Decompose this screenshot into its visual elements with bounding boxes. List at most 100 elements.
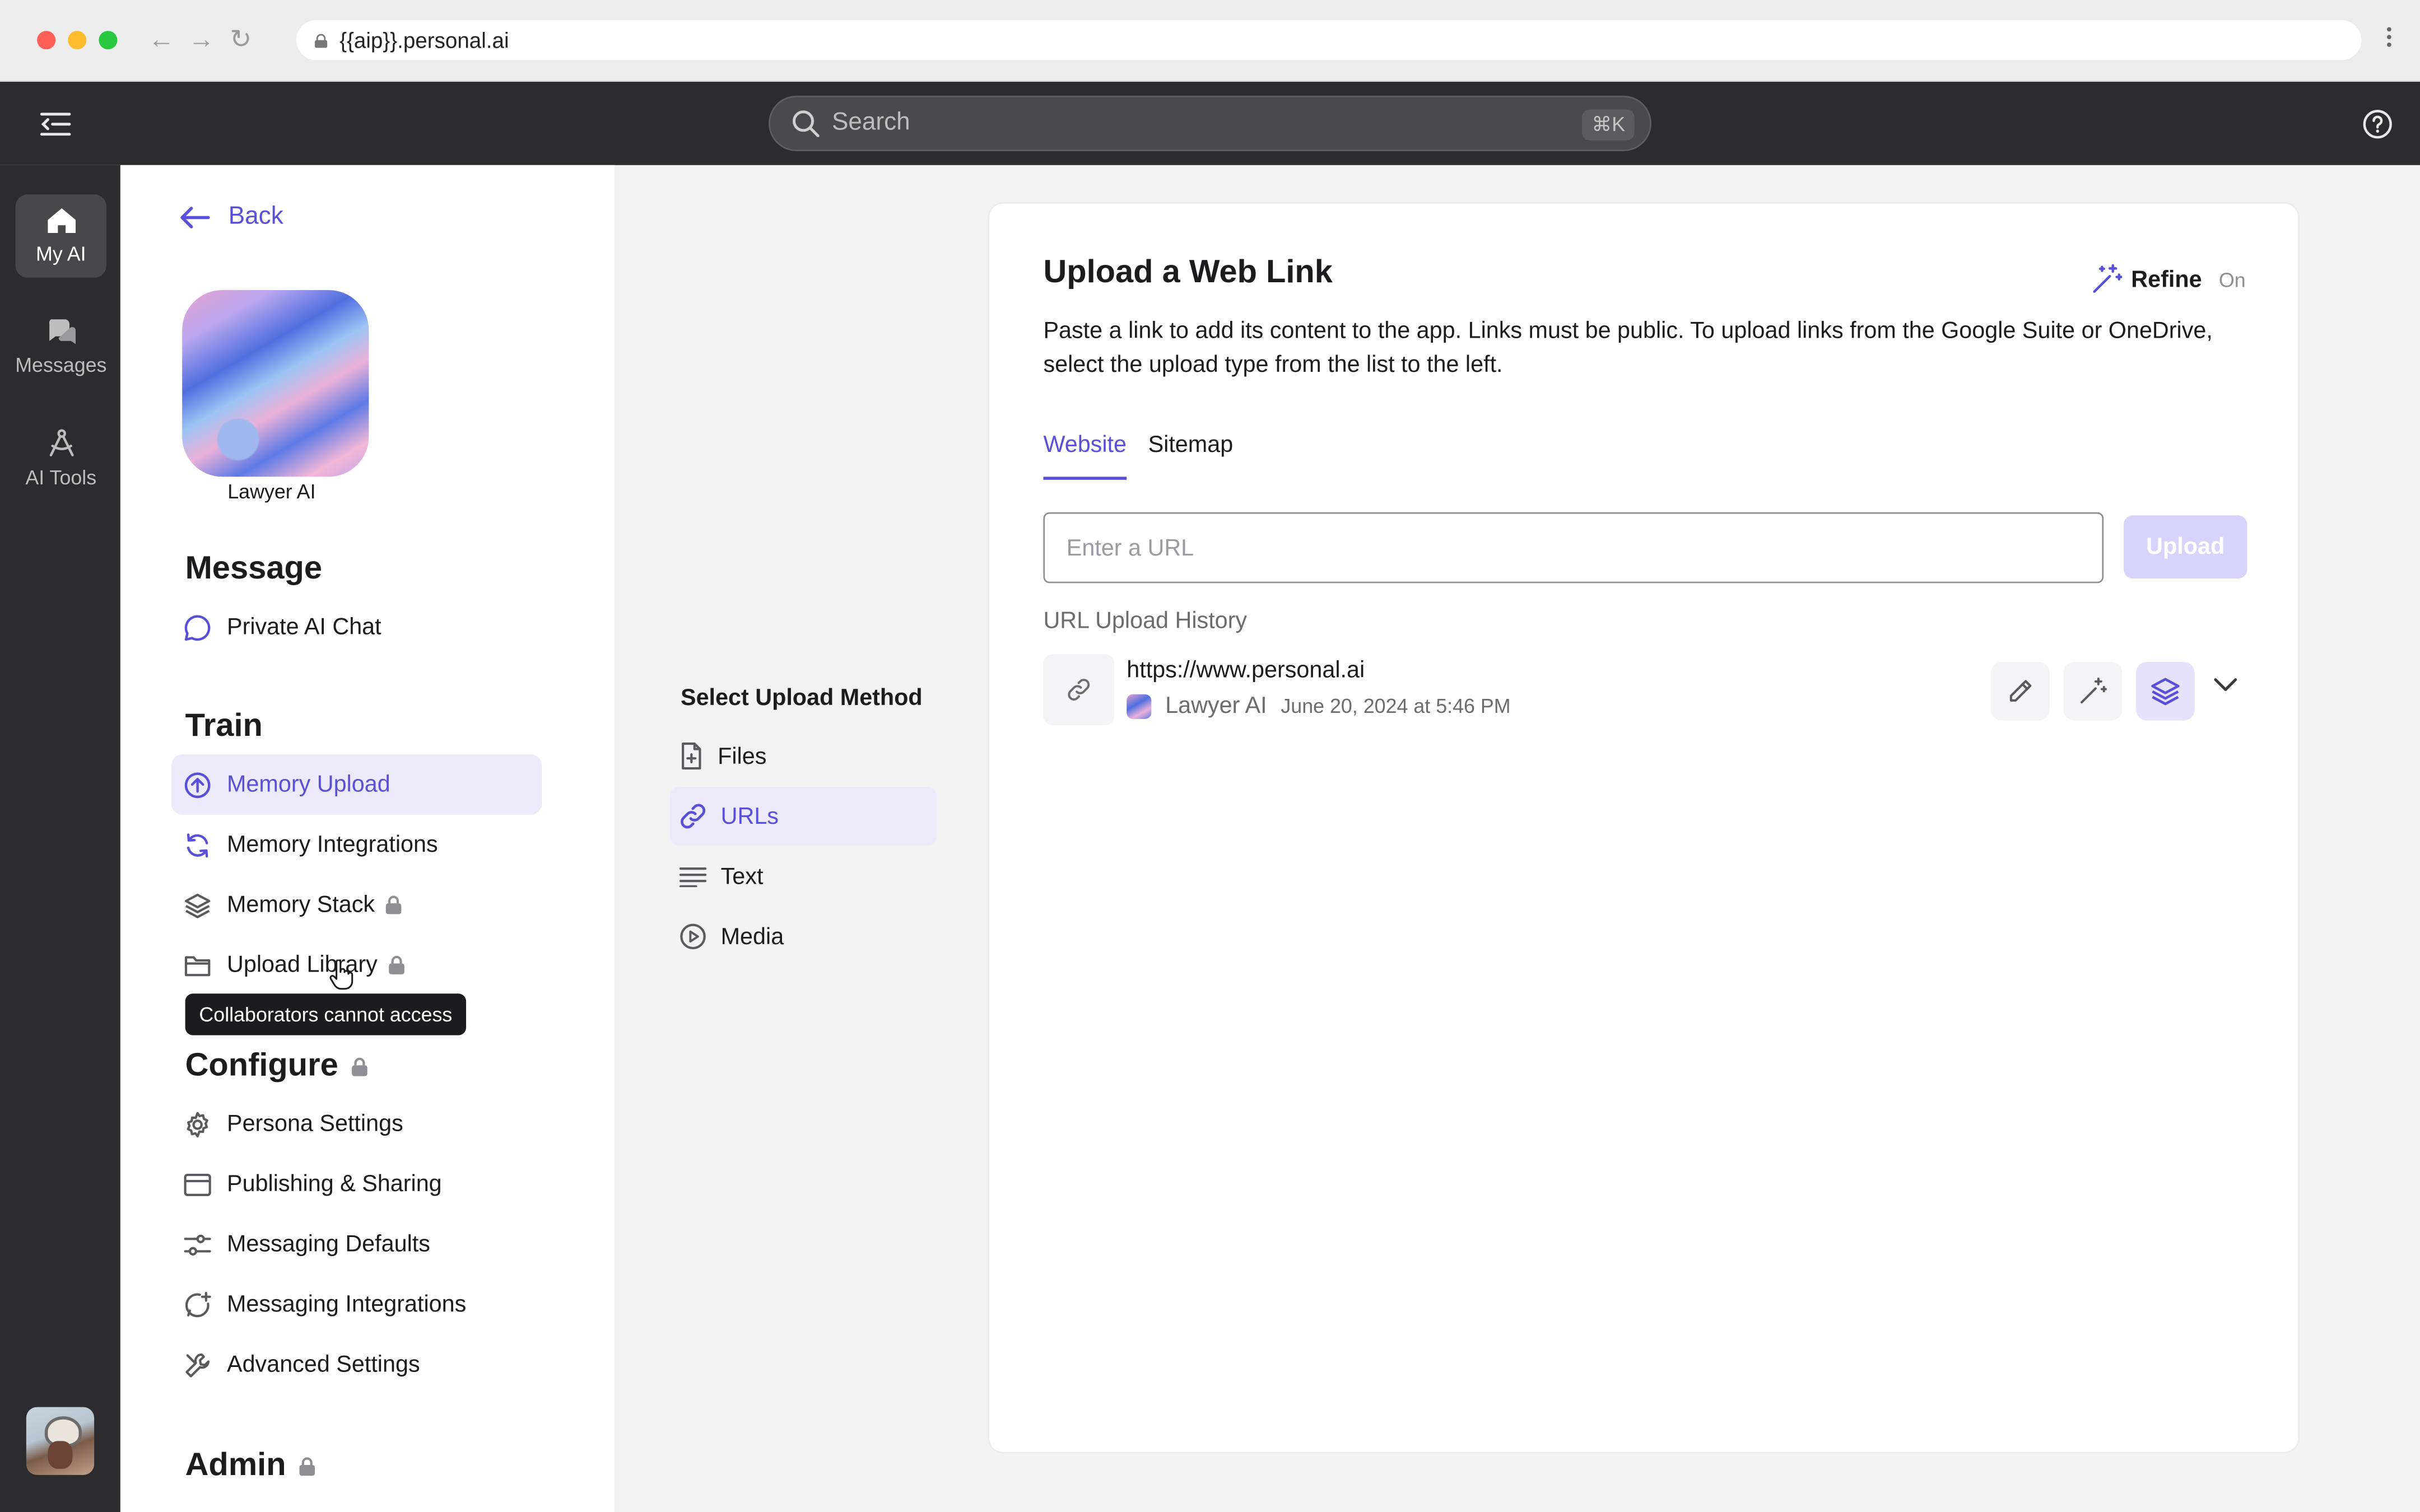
nav-advanced-settings[interactable]: Advanced Settings (171, 1334, 542, 1394)
wrench-icon (185, 1352, 210, 1377)
back-arrow-icon[interactable]: ← (148, 25, 174, 55)
address-bar[interactable]: {{aip}}.personal.ai (296, 20, 2362, 60)
home-icon (47, 208, 75, 234)
browser-nav: ← → ↻ (148, 25, 253, 55)
link-icon (681, 804, 706, 829)
lock-icon (315, 33, 328, 48)
history-owner: Lawyer AI (1165, 693, 1267, 719)
close-window-button[interactable] (37, 31, 56, 50)
collaborators-tooltip: Collaborators cannot access (185, 993, 467, 1035)
layers-icon (2151, 678, 2180, 706)
url-input[interactable] (1043, 512, 2104, 584)
minimize-window-button[interactable] (68, 31, 87, 50)
lock-icon (300, 1457, 315, 1475)
magic-wand-icon (2092, 264, 2122, 293)
file-plus-icon (682, 742, 701, 770)
nav-messaging-defaults[interactable]: Messaging Defaults (171, 1214, 542, 1274)
back-arrow-icon (180, 207, 210, 228)
user-avatar[interactable] (26, 1407, 95, 1475)
upload-button[interactable]: Upload (2124, 515, 2247, 579)
pencil-icon (2009, 680, 2032, 702)
chevron-down-icon[interactable] (2213, 677, 2238, 693)
settings-panel: Back Lawyer AI Message Private AI Chat T… (120, 165, 615, 1512)
nav-memory-upload[interactable]: Memory Upload (171, 754, 542, 815)
sync-icon (187, 832, 208, 857)
link-icon (1068, 679, 1090, 701)
section-admin: Admin (185, 1447, 317, 1484)
folder-icon (184, 955, 211, 976)
upload-web-link-card: Upload a Web Link Refine On Paste a link… (988, 202, 2300, 1454)
sliders-icon (184, 1234, 211, 1255)
rail-item-ai-tools[interactable]: AI Tools (16, 417, 107, 500)
history-url[interactable]: https://www.personal.ai (1127, 657, 1365, 684)
tab-website[interactable]: Website (1043, 432, 1127, 480)
chat-plus-icon (185, 1291, 211, 1317)
maximize-window-button[interactable] (99, 31, 118, 50)
refine-state: On (2218, 268, 2246, 291)
methods-title: Select Upload Method (680, 685, 923, 712)
nav-memory-integrations[interactable]: Memory Integrations (171, 815, 542, 875)
nav-publishing-sharing[interactable]: Publishing & Sharing (171, 1154, 542, 1214)
chat-bubble-icon (184, 614, 211, 640)
method-text[interactable]: Text (670, 847, 937, 906)
nav-messaging-integrations[interactable]: Messaging Integrations (171, 1275, 542, 1334)
method-label: Media (720, 923, 784, 950)
back-link[interactable]: Back (179, 204, 283, 232)
search-shortcut-badge: ⌘K (1582, 109, 1635, 141)
history-date: June 20, 2024 at 5:46 PM (1281, 694, 1511, 718)
nav-private-ai-chat[interactable]: Private AI Chat (171, 597, 542, 657)
owner-avatar (1127, 693, 1152, 718)
section-message: Message (185, 550, 323, 586)
lock-icon (352, 1057, 368, 1076)
nav-label: Private AI Chat (226, 614, 381, 641)
app-rail: My AI Messages AI Tools (0, 165, 120, 1512)
section-configure: Configure (185, 1048, 369, 1085)
gear-icon (187, 1111, 208, 1137)
nav-label: Memory Integrations (226, 831, 438, 858)
address-url: {{aip}}.personal.ai (339, 27, 509, 53)
method-files[interactable]: Files (670, 727, 937, 786)
ai-name: Lawyer AI (227, 479, 316, 503)
upload-circle-icon (184, 772, 211, 797)
nav-label: Messaging Integrations (226, 1291, 467, 1318)
hand-cursor-icon (329, 959, 353, 990)
method-urls[interactable]: URLs (669, 787, 937, 846)
help-icon[interactable] (2363, 110, 2392, 139)
reload-icon[interactable]: ↻ (229, 25, 253, 55)
card-description: Paste a link to add its content to the a… (1043, 318, 2213, 378)
browser-menu-icon[interactable] (2386, 26, 2392, 48)
back-label: Back (228, 203, 283, 230)
nav-label: Upload Library (226, 951, 378, 978)
refine-toggle[interactable]: Refine On (2091, 264, 2246, 295)
app-topbar: Search ⌘K (0, 82, 2420, 165)
nav-label: Persona Settings (226, 1110, 403, 1137)
nav-memory-stack[interactable]: Memory Stack (171, 875, 542, 935)
card-title: Upload a Web Link (1043, 254, 1333, 290)
edit-button[interactable] (1991, 661, 2050, 721)
lock-icon (388, 955, 404, 974)
magic-wand-icon (2081, 677, 2107, 704)
collapse-menu-icon[interactable] (40, 111, 71, 137)
method-media[interactable]: Media (670, 907, 937, 966)
nav-upload-library[interactable]: Upload Library (171, 935, 542, 995)
search-bar[interactable]: Search ⌘K (769, 95, 1651, 151)
tab-sitemap[interactable]: Sitemap (1148, 432, 1234, 479)
refine-label: Refine (2131, 266, 2202, 293)
nav-label: Memory Upload (226, 771, 390, 798)
history-label: URL Upload History (1043, 608, 1248, 634)
ai-avatar[interactable] (182, 290, 369, 477)
window-controls (37, 31, 118, 50)
add-to-stack-button[interactable] (2136, 661, 2195, 721)
rail-item-messages[interactable]: Messages (15, 306, 106, 389)
messages-icon (48, 319, 75, 344)
refine-item-button[interactable] (2063, 661, 2123, 721)
browser-chrome: ← → ↻ {{aip}}.personal.ai (0, 0, 2420, 82)
link-type-tabs: Website Sitemap (1043, 432, 1254, 480)
forward-arrow-icon[interactable]: → (188, 25, 215, 55)
search-placeholder: Search (831, 109, 910, 136)
link-thumbnail (1043, 654, 1115, 725)
rail-item-label: AI Tools (25, 466, 97, 489)
method-label: Files (718, 743, 767, 769)
rail-item-my-ai[interactable]: My AI (15, 194, 107, 278)
nav-persona-settings[interactable]: Persona Settings (171, 1094, 542, 1154)
